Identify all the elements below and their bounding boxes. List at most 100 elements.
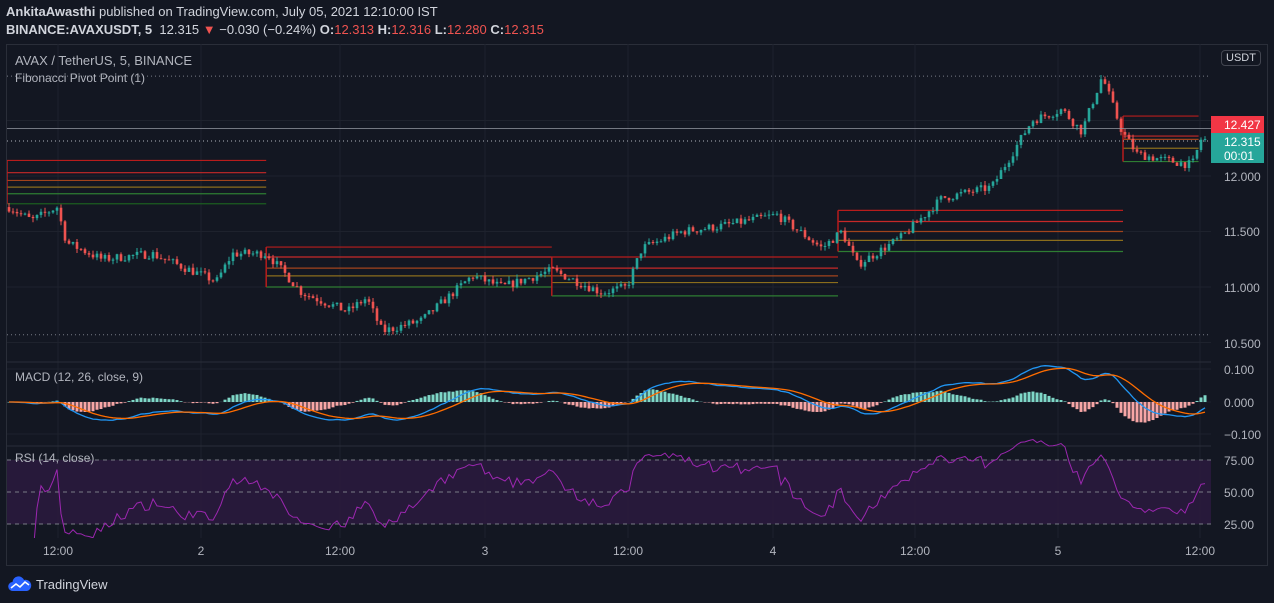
macd-histogram-bar xyxy=(955,394,959,402)
main-legend[interactable]: AVAX / TetherUS, 5, BINANCE xyxy=(15,53,192,68)
chart-canvas[interactable] xyxy=(7,44,1211,538)
macd-legend[interactable]: MACD (12, 26, close, 9) xyxy=(15,370,143,384)
macd-histogram-bar xyxy=(159,398,163,402)
candle xyxy=(1059,109,1063,115)
candle xyxy=(947,197,951,201)
macd-histogram-bar xyxy=(1043,394,1047,402)
candle xyxy=(931,211,935,213)
candle xyxy=(303,294,307,297)
macd-histogram-bar xyxy=(1067,402,1071,405)
macd-histogram-bar xyxy=(171,399,175,402)
macd-histogram-bar xyxy=(691,399,695,402)
candle xyxy=(363,299,367,304)
candle xyxy=(891,239,895,244)
candle xyxy=(1107,83,1111,92)
candle xyxy=(815,242,819,245)
candle xyxy=(911,221,915,233)
candle xyxy=(407,320,411,326)
candle xyxy=(19,213,23,215)
macd-histogram-bar xyxy=(551,400,555,402)
candle xyxy=(515,278,519,288)
candle xyxy=(587,285,591,292)
macd-histogram-bar xyxy=(1147,402,1151,422)
macd-histogram-bar xyxy=(1103,399,1107,402)
candle xyxy=(615,286,619,289)
down-arrow-icon: ▼ xyxy=(202,22,216,37)
macd-histogram-bar xyxy=(711,402,715,404)
tradingview-logo[interactable]: TradingView xyxy=(8,576,108,592)
candle xyxy=(359,302,363,304)
author[interactable]: AnkitaAwasthi xyxy=(6,4,95,19)
macd-histogram-bar xyxy=(99,402,103,410)
currency-button[interactable]: USDT xyxy=(1221,50,1261,66)
candle xyxy=(723,222,727,224)
candle xyxy=(1023,133,1027,136)
macd-histogram-bar xyxy=(587,402,591,409)
macd-histogram-bar xyxy=(1167,402,1171,412)
candle xyxy=(1131,138,1135,150)
time-label: 5 xyxy=(1054,544,1062,558)
macd-histogram-bar xyxy=(851,402,855,406)
macd-histogram-bar xyxy=(1055,399,1059,402)
candle xyxy=(683,231,687,235)
candle xyxy=(211,280,215,282)
macd-histogram-bar xyxy=(727,402,731,404)
macd-histogram-bar xyxy=(1119,402,1123,413)
candle xyxy=(307,296,311,298)
candle xyxy=(591,287,595,292)
candle xyxy=(679,231,683,233)
candle xyxy=(775,213,779,215)
candle xyxy=(743,219,747,224)
candle xyxy=(427,310,431,315)
macd-histogram-bar xyxy=(199,402,203,403)
candle xyxy=(727,222,731,224)
candle xyxy=(419,317,423,321)
close-value: 12.315 xyxy=(504,22,544,37)
candle xyxy=(563,273,567,280)
candle xyxy=(511,280,515,288)
candle xyxy=(443,299,447,304)
candle xyxy=(131,254,135,256)
candle xyxy=(243,249,247,254)
pivot-legend[interactable]: Fibonacci Pivot Point (1) xyxy=(15,71,145,85)
macd-histogram-bar xyxy=(547,401,551,402)
macd-histogram-bar xyxy=(411,399,415,402)
macd-histogram-bar xyxy=(315,402,319,411)
macd-histogram-bar xyxy=(839,402,843,404)
candle xyxy=(1183,162,1187,169)
rsi-legend[interactable]: RSI (14, close) xyxy=(15,451,94,465)
candle xyxy=(927,211,931,218)
macd-histogram-bar xyxy=(867,402,871,408)
candle xyxy=(807,237,811,241)
candle xyxy=(1043,114,1047,117)
macd-histogram-bar xyxy=(195,402,199,403)
candle xyxy=(559,270,563,274)
candle xyxy=(831,240,835,243)
candle xyxy=(943,196,947,198)
macd-histogram-bar xyxy=(311,402,315,411)
candle xyxy=(299,286,303,295)
macd-histogram-bar xyxy=(967,397,971,402)
candle xyxy=(711,224,715,231)
candle xyxy=(739,218,743,224)
candle xyxy=(179,263,183,269)
candle xyxy=(735,218,739,223)
candle xyxy=(455,285,459,297)
candle xyxy=(167,259,171,261)
candle xyxy=(1175,162,1179,166)
price-label: 10.500 xyxy=(1224,337,1261,351)
candle xyxy=(267,256,271,259)
macd-histogram-bar xyxy=(423,396,427,402)
macd-histogram-bar xyxy=(1107,400,1111,402)
candle xyxy=(259,251,263,258)
candle xyxy=(579,285,583,288)
macd-histogram-bar xyxy=(715,402,719,405)
candle xyxy=(487,279,491,282)
candle xyxy=(447,293,451,304)
macd-histogram-bar xyxy=(119,402,123,404)
candle xyxy=(55,207,59,211)
candle xyxy=(1039,114,1043,123)
candle xyxy=(983,185,987,191)
macd-histogram-bar xyxy=(655,389,659,402)
candle xyxy=(351,306,355,309)
